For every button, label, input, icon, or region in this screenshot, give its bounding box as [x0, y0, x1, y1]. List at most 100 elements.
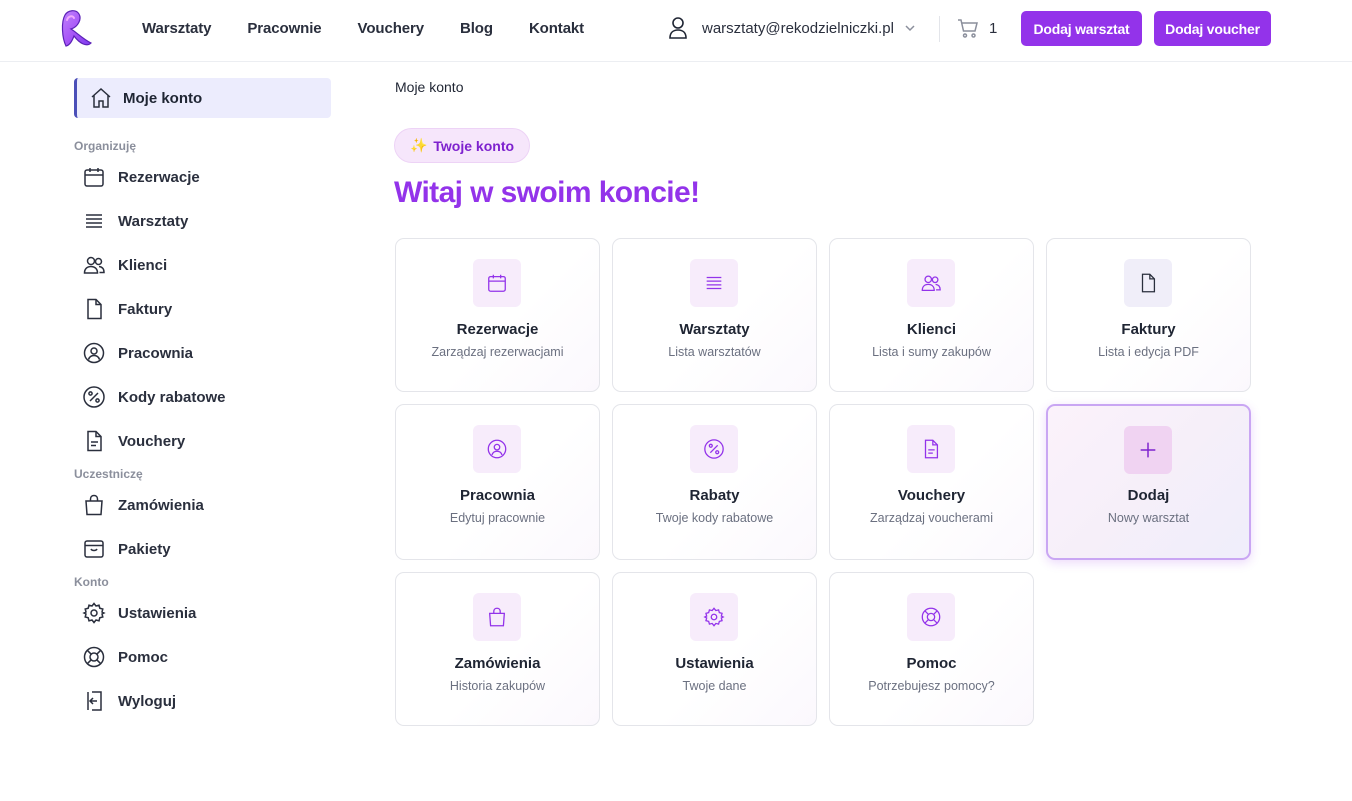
cart-count: 1	[989, 19, 998, 37]
sidebar-item-rezerwacje[interactable]: Rezerwacje	[82, 162, 200, 192]
sidebar-item-label: Vouchery	[118, 432, 186, 450]
lifebuoy-icon	[83, 646, 105, 668]
file-text-icon	[924, 439, 939, 459]
card-title: Klienci	[906, 321, 957, 338]
user-circle-icon	[487, 439, 507, 459]
user-circle-icon	[83, 342, 105, 364]
sidebar-item-klienci[interactable]: Klienci	[82, 250, 167, 280]
user-email: warsztaty@rekodzielniczki.pl	[702, 19, 894, 37]
file-icon	[87, 298, 102, 320]
sidebar-item-pakiety[interactable]: Pakiety	[82, 534, 171, 564]
top-header: Warsztaty Pracownie Vouchery Blog Kontak…	[0, 0, 1352, 62]
card-title: Rezerwacje	[456, 321, 539, 338]
sidebar-item-ustawienia[interactable]: Ustawienia	[82, 598, 196, 628]
card-subtitle: Lista i sumy zakupów	[872, 345, 991, 359]
user-icon	[669, 17, 687, 39]
sidebar-item-label: Pomoc	[118, 648, 169, 666]
card-icon-box	[1124, 426, 1172, 474]
sidebar-item-zamowienia[interactable]: Zamówienia	[82, 490, 204, 520]
card-subtitle: Nowy warsztat	[1107, 511, 1190, 525]
sidebar-item-label: Pakiety	[118, 540, 171, 558]
header-divider	[939, 16, 940, 42]
nav-link-blog[interactable]: Blog	[460, 20, 493, 37]
sidebar-item-wyloguj[interactable]: Wyloguj	[82, 686, 176, 716]
cart-button[interactable]: 1	[957, 17, 997, 39]
card-zamowienia[interactable]: Zamówienia Historia zakupów	[395, 572, 600, 726]
card-klienci[interactable]: Klienci Lista i sumy zakupów	[829, 238, 1034, 392]
sidebar-group-organize: Organizuję	[74, 139, 137, 153]
page-title: Witaj w swoim koncie!	[394, 176, 700, 209]
account-pill: ✨ Twoje konto	[394, 128, 530, 163]
card-subtitle: Historia zakupów	[449, 679, 546, 693]
nav-link-pracownie[interactable]: Pracownie	[247, 20, 321, 37]
card-rabaty[interactable]: Rabaty Twoje kody rabatowe	[612, 404, 817, 560]
sidebar-item-label: Klienci	[118, 256, 168, 274]
pill-label: Twoje konto	[433, 137, 515, 154]
card-title: Ustawienia	[675, 655, 754, 672]
calendar-icon	[84, 168, 104, 187]
card-warsztaty[interactable]: Warsztaty Lista warsztatów	[612, 238, 817, 392]
shopping-bag-icon	[488, 607, 506, 627]
users-icon	[83, 256, 105, 274]
file-text-icon	[87, 430, 102, 452]
sidebar-item-label: Ustawienia	[118, 604, 197, 622]
nav-link-warsztaty[interactable]: Warsztaty	[142, 20, 212, 37]
sidebar-item-label: Faktury	[118, 300, 173, 318]
sidebar-item-label: Pracownia	[118, 344, 194, 362]
card-subtitle: Edytuj pracownie	[449, 511, 546, 525]
card-title: Pomoc	[906, 655, 957, 672]
sidebar-item-moje-konto[interactable]: Moje konto	[74, 78, 331, 118]
card-title: Warsztaty	[679, 321, 750, 338]
shopping-bag-icon	[85, 494, 103, 516]
add-workshop-button[interactable]: Dodaj warsztat	[1021, 11, 1142, 46]
card-pomoc[interactable]: Pomoc Potrzebujesz pomocy?	[829, 572, 1034, 726]
list-icon	[706, 276, 722, 290]
card-ustawienia[interactable]: Ustawienia Twoje dane	[612, 572, 817, 726]
sidebar-item-pomoc[interactable]: Pomoc	[82, 642, 168, 672]
card-subtitle: Zarządzaj voucherami	[870, 511, 993, 525]
card-title: Rabaty	[689, 487, 740, 504]
nav-link-vouchery[interactable]: Vouchery	[358, 20, 425, 37]
card-subtitle: Lista warsztatów	[668, 345, 761, 359]
lifebuoy-icon	[921, 607, 941, 627]
card-icon-box	[690, 259, 738, 307]
card-pracownia[interactable]: Pracownia Edytuj pracownie	[395, 404, 600, 560]
card-faktury[interactable]: Faktury Lista i edycja PDF	[1046, 238, 1251, 392]
card-icon-box	[1124, 259, 1172, 307]
percent-icon	[704, 439, 724, 459]
sidebar-item-kody-rabatowe[interactable]: Kody rabatowe	[82, 382, 226, 412]
card-title: Dodaj	[1127, 487, 1170, 504]
chevron-down-icon	[905, 25, 915, 32]
card-icon-box	[473, 593, 521, 641]
card-rezerwacje[interactable]: Rezerwacje Zarządzaj rezerwacjami	[395, 238, 600, 392]
add-voucher-button[interactable]: Dodaj voucher	[1154, 11, 1271, 46]
file-icon	[1141, 273, 1156, 293]
card-icon-box	[473, 259, 521, 307]
breadcrumb: Moje konto	[395, 79, 464, 95]
gear-icon	[82, 602, 106, 624]
sidebar-item-vouchery[interactable]: Vouchery	[82, 426, 185, 456]
card-vouchery[interactable]: Vouchery Zarządzaj voucherami	[829, 404, 1034, 560]
card-title: Vouchery	[897, 487, 966, 504]
card-icon-box	[690, 425, 738, 473]
logo[interactable]	[56, 8, 94, 50]
list-icon	[86, 214, 102, 228]
card-icon-box	[907, 593, 955, 641]
card-dodaj[interactable]: Dodaj Nowy warsztat	[1046, 404, 1251, 560]
card-subtitle: Twoje kody rabatowe	[655, 511, 774, 525]
nav-link-kontakt[interactable]: Kontakt	[529, 20, 584, 37]
card-subtitle: Potrzebujesz pomocy?	[868, 679, 995, 693]
sidebar-item-label: Wyloguj	[118, 692, 177, 710]
sidebar-item-warsztaty[interactable]: Warsztaty	[82, 206, 188, 236]
card-title: Pracownia	[459, 487, 536, 504]
user-menu[interactable]: warsztaty@rekodzielniczki.pl	[668, 16, 916, 40]
sidebar-group-participate: Uczestniczę	[74, 467, 143, 481]
card-icon-box	[690, 593, 738, 641]
card-subtitle: Twoje dane	[682, 679, 747, 693]
sidebar-item-faktury[interactable]: Faktury	[82, 294, 172, 324]
sparkles-icon: ✨	[409, 137, 428, 153]
sidebar-item-pracownia[interactable]: Pracownia	[82, 338, 193, 368]
home-icon	[91, 87, 111, 108]
card-title: Faktury	[1121, 321, 1176, 338]
sidebar-item-label: Kody rabatowe	[118, 388, 226, 406]
